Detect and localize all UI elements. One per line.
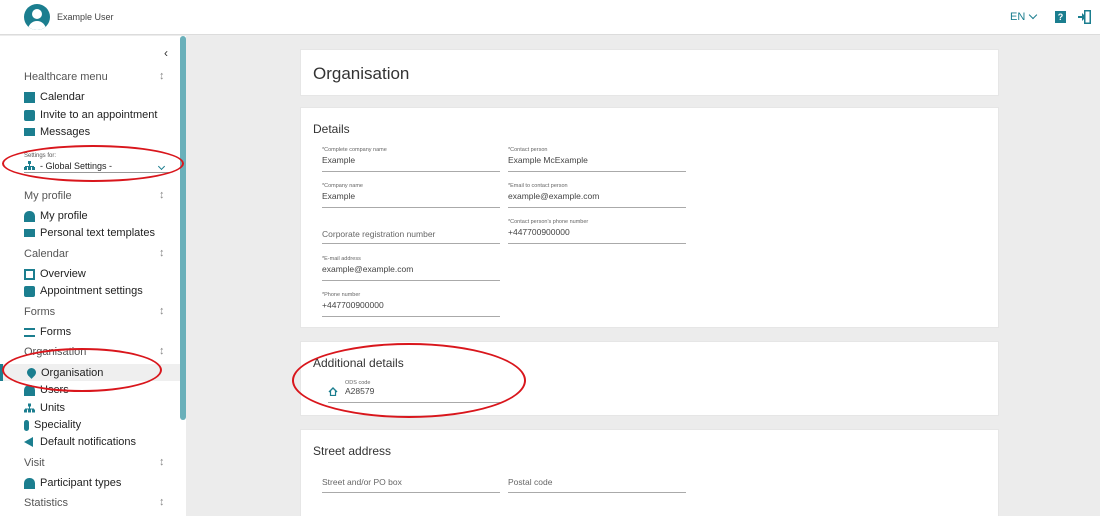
megaphone-icon [24, 437, 33, 447]
section-collapse-icon[interactable]: ↕ [159, 345, 169, 357]
phone-number-field[interactable]: *Phone number +447700900000 [322, 292, 500, 317]
section-collapse-icon[interactable]: ↕ [159, 456, 169, 468]
sidebar-item-speciality[interactable]: Speciality [24, 417, 81, 433]
top-bar: Example User EN ? [0, 0, 1100, 35]
speciality-icon [24, 419, 29, 431]
field-value: example@example.com [322, 264, 414, 274]
avatar[interactable] [24, 4, 50, 30]
sidebar-item-calendar[interactable]: Calendar [24, 89, 85, 105]
field-label: *Contact person's phone number [508, 219, 589, 225]
section-statistics[interactable]: Statistics [24, 497, 68, 509]
checklist-icon [24, 327, 35, 337]
language-label: EN [1010, 11, 1026, 23]
help-icon[interactable]: ? [1055, 11, 1066, 23]
section-collapse-icon[interactable]: ↕ [159, 305, 169, 317]
chevron-down-icon [1029, 10, 1038, 20]
sidebar-item-invite[interactable]: Invite to an appointment [24, 107, 157, 123]
hierarchy-icon [24, 403, 35, 412]
street-address-card: Street address Street and/or PO box Post… [300, 429, 999, 516]
sidebar-item-units[interactable]: Units [24, 400, 65, 416]
field-label: *Complete company name [322, 147, 387, 153]
section-my-profile[interactable]: My profile [24, 190, 72, 202]
sidebar-item-personal-text-templates[interactable]: Personal text templates [24, 225, 155, 241]
postal-code-field[interactable]: Postal code [508, 475, 686, 493]
field-placeholder: Postal code [508, 477, 553, 487]
field-value: +447700900000 [322, 300, 384, 310]
field-label: *Phone number [322, 292, 361, 298]
field-value: Example [322, 155, 356, 165]
section-calendar[interactable]: Calendar [24, 248, 69, 260]
section-healthcare-menu[interactable]: Healthcare menu [24, 71, 108, 83]
section-collapse-icon[interactable]: ↕ [159, 496, 169, 508]
sidebar-item-messages[interactable]: Messages [24, 124, 90, 140]
annotation-ellipse-additional [292, 343, 526, 418]
field-value: Example [322, 191, 356, 201]
section-forms[interactable]: Forms [24, 306, 55, 318]
field-placeholder: Corporate registration number [322, 229, 436, 239]
page-title-card: Organisation [300, 49, 999, 96]
sidebar-scrollbar[interactable] [180, 36, 186, 420]
details-card: Details *Complete company name Example *… [300, 107, 999, 328]
sidebar-item-appointment-settings[interactable]: Appointment settings [24, 283, 143, 299]
calendar-icon [24, 91, 35, 103]
field-value: example@example.com [508, 191, 600, 201]
field-value: Example McExample [508, 155, 588, 165]
section-visit[interactable]: Visit [24, 457, 45, 469]
field-placeholder: Street and/or PO box [322, 477, 402, 487]
sidebar-item-default-notifications[interactable]: Default notifications [24, 434, 136, 450]
field-value: +447700900000 [508, 227, 570, 237]
field-label: *Contact person [508, 147, 548, 153]
section-collapse-icon[interactable]: ↕ [159, 247, 169, 259]
contact-email-field[interactable]: *Email to contact person example@example… [508, 183, 686, 208]
details-title: Details [313, 122, 350, 136]
logout-icon[interactable] [1078, 10, 1091, 24]
street-address-title: Street address [313, 444, 392, 458]
annotation-ellipse-settings [2, 145, 184, 182]
contact-person-field[interactable]: *Contact person Example McExample [508, 147, 686, 172]
user-icon [24, 210, 35, 222]
street-field[interactable]: Street and/or PO box [322, 475, 500, 493]
message-icon [24, 229, 35, 237]
email-address-field[interactable]: *E-mail address example@example.com [322, 256, 500, 281]
username: Example User [57, 12, 114, 22]
registration-number-field[interactable]: Corporate registration number [322, 219, 500, 244]
collapse-sidebar-icon[interactable]: ‹ [164, 46, 174, 60]
complete-company-name-field[interactable]: *Complete company name Example [322, 147, 500, 172]
field-label: *E-mail address [322, 256, 361, 262]
contact-phone-field[interactable]: *Contact person's phone number +44770090… [508, 219, 686, 244]
sidebar-item-forms[interactable]: Forms [24, 324, 71, 340]
sidebar-item-overview[interactable]: Overview [24, 266, 86, 282]
page-title: Organisation [313, 64, 410, 83]
sidebar: ‹ Healthcare menu ↕ Calendar Invite to a… [0, 36, 186, 516]
field-label: *Email to contact person [508, 183, 568, 189]
company-name-field[interactable]: *Company name Example [322, 183, 500, 208]
invite-icon [24, 109, 35, 121]
annotation-ellipse-organisation [2, 348, 162, 392]
user-icon [24, 477, 35, 489]
sidebar-item-participant-types[interactable]: Participant types [24, 475, 121, 491]
grid-calendar-icon [24, 268, 35, 280]
sidebar-item-my-profile[interactable]: My profile [24, 208, 88, 224]
message-icon [24, 128, 35, 136]
section-collapse-icon[interactable]: ↕ [159, 189, 169, 201]
appointment-icon [24, 285, 35, 297]
language-selector[interactable]: EN [1010, 10, 1038, 23]
field-label: *Company name [322, 183, 363, 189]
section-collapse-icon[interactable]: ↕ [159, 70, 169, 82]
field-label [322, 219, 500, 227]
